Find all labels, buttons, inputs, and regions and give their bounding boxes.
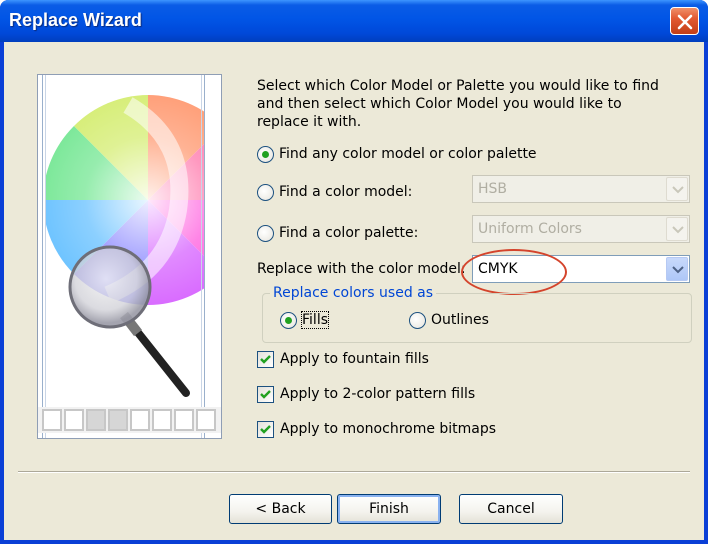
monochrome-bitmaps-checkbox[interactable] [257, 420, 274, 438]
find-palette-option[interactable]: Find a color palette: [257, 220, 418, 246]
fountain-fills-label: Apply to fountain fills [280, 351, 429, 367]
checkmark-icon [260, 354, 271, 364]
find-palette-value: Uniform Colors [478, 221, 582, 237]
fountain-fills-option[interactable]: Apply to fountain fills [257, 346, 429, 372]
swatch [64, 409, 84, 431]
finish-button[interactable]: Finish [337, 494, 441, 524]
find-palette-label: Find a color palette: [279, 225, 419, 241]
find-palette-select[interactable]: Uniform Colors [472, 215, 690, 243]
find-palette-radio[interactable] [257, 224, 274, 242]
outlines-option[interactable]: Outlines [409, 307, 489, 333]
color-wheel-magnifier-image [38, 75, 221, 405]
close-button[interactable] [670, 7, 699, 35]
instructions-text: Select which Color Model or Palette you … [257, 78, 659, 130]
illustration-rail [204, 75, 205, 438]
fountain-fills-checkbox[interactable] [257, 350, 274, 368]
find-model-option[interactable]: Find a color model: [257, 179, 412, 205]
footer-separator [18, 471, 690, 473]
checkmark-icon [260, 424, 271, 434]
find-any-label: Find any color model or color palette [279, 146, 537, 162]
swatch [42, 409, 62, 431]
chevron-down-icon [672, 226, 684, 234]
title-bar: Replace Wizard [0, 0, 708, 42]
illustration-rail [201, 75, 202, 438]
outlines-radio[interactable] [409, 311, 426, 329]
wizard-illustration [37, 74, 222, 439]
replace-model-dropdown-button[interactable] [666, 257, 688, 281]
find-any-option[interactable]: Find any color model or color palette [257, 141, 537, 167]
pattern-fills-checkbox[interactable] [257, 385, 274, 403]
find-model-value: HSB [478, 181, 508, 197]
window-title: Replace Wizard [9, 10, 142, 30]
monochrome-bitmaps-option[interactable]: Apply to monochrome bitmaps [257, 416, 496, 442]
replace-model-label: Replace with the color model: [257, 261, 466, 277]
swatch [174, 409, 194, 431]
swatch [86, 409, 106, 431]
find-palette-dropdown-button[interactable] [666, 217, 688, 241]
pattern-fills-label: Apply to 2-color pattern fills [280, 386, 476, 402]
fills-option[interactable]: Fills [280, 307, 329, 333]
replace-colors-legend: Replace colors used as [270, 285, 437, 301]
monochrome-bitmaps-label: Apply to monochrome bitmaps [280, 421, 497, 437]
chevron-down-icon [672, 186, 684, 194]
illustration-rail [45, 75, 46, 438]
outlines-label: Outlines [431, 312, 489, 328]
find-any-radio[interactable] [257, 145, 274, 163]
pattern-fills-option[interactable]: Apply to 2-color pattern fills [257, 381, 475, 407]
replace-model-row: Replace with the color model: [257, 256, 466, 282]
replace-wizard-window: Replace Wizard Select which Color Model … [0, 0, 708, 544]
swatch [130, 409, 150, 431]
swatch [108, 409, 128, 431]
find-model-radio[interactable] [257, 183, 274, 201]
find-model-dropdown-button[interactable] [666, 177, 688, 201]
checkmark-icon [260, 389, 271, 399]
close-icon [677, 14, 693, 30]
swatch [152, 409, 172, 431]
annotation-highlight-oval [461, 249, 567, 295]
swatch-strip [38, 407, 221, 433]
fills-radio[interactable] [280, 311, 297, 329]
illustration-rail [42, 75, 43, 438]
find-model-label: Find a color model: [279, 184, 413, 200]
back-button[interactable]: < Back [229, 494, 332, 524]
find-model-select[interactable]: HSB [472, 175, 690, 203]
chevron-down-icon [672, 266, 684, 274]
cancel-button[interactable]: Cancel [459, 494, 563, 524]
fills-label: Fills [301, 311, 329, 329]
swatch [196, 409, 216, 431]
dialog-body: Select which Color Model or Palette you … [4, 42, 704, 540]
